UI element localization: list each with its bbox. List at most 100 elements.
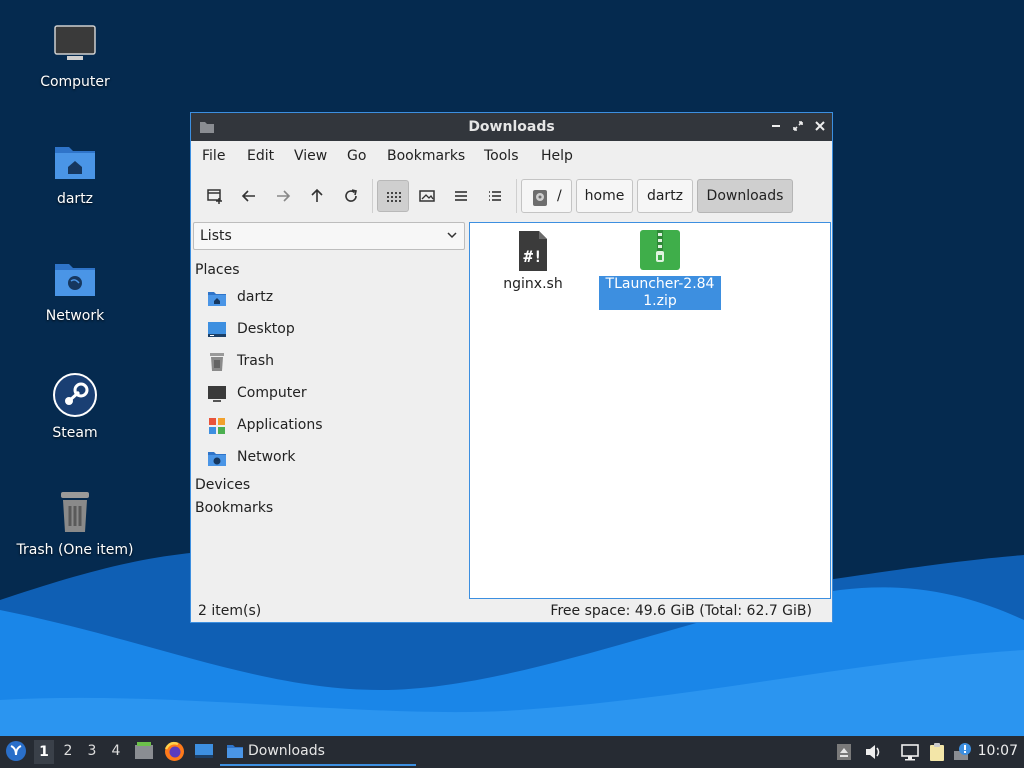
firefox-icon[interactable]: [164, 741, 185, 766]
desktop-icon-steam[interactable]: Steam: [10, 371, 140, 441]
update-notifier-icon[interactable]: [953, 742, 973, 762]
desktop-icon-network[interactable]: Network: [10, 254, 140, 324]
sidebar-item-label: dartz: [237, 289, 274, 305]
arrow-right-icon: [277, 190, 291, 202]
menu-edit[interactable]: Edit: [247, 148, 274, 164]
breadcrumb-label: dartz: [646, 188, 684, 204]
sidebar-item-applications[interactable]: Applications: [207, 413, 457, 439]
eject-icon[interactable]: [834, 742, 854, 762]
places-heading[interactable]: Places: [195, 262, 240, 278]
clock[interactable]: 10:07: [978, 743, 1018, 759]
compact-view-button[interactable]: [445, 180, 477, 212]
taskbar: 1 2 3 4 Downloads 10:07: [0, 736, 1024, 768]
network-wired-icon[interactable]: [900, 742, 920, 762]
breadcrumb-label: Downloads: [706, 188, 784, 204]
new-tab-button[interactable]: [199, 180, 231, 212]
desktop-icon-computer[interactable]: Computer: [10, 20, 140, 90]
titlebar[interactable]: Downloads: [191, 113, 832, 141]
new-tab-icon: [207, 189, 222, 204]
menu-go[interactable]: Go: [347, 148, 366, 164]
shell-script-icon: #!: [511, 229, 555, 273]
workspace-2[interactable]: 2: [58, 743, 78, 759]
file-view[interactable]: #! nginx.sh TLauncher-2.841.zip: [469, 222, 831, 599]
arrow-up-icon: [311, 188, 323, 202]
desktop-icon-label: Network: [45, 308, 105, 324]
item-count: 2 item(s): [198, 603, 262, 619]
sidebar-item-label: Trash: [237, 353, 274, 369]
menu-view[interactable]: View: [294, 148, 327, 164]
reload-icon: [345, 189, 357, 202]
devices-heading[interactable]: Devices: [195, 477, 250, 493]
side-pane-mode-value: Lists: [200, 228, 232, 244]
icon-view-button[interactable]: [377, 180, 409, 212]
menu-tools[interactable]: Tools: [484, 148, 519, 164]
file-item[interactable]: #! nginx.sh: [472, 229, 594, 293]
zip-archive-icon: [638, 229, 682, 273]
arrow-left-icon: [241, 190, 255, 202]
workspace-4[interactable]: 4: [106, 743, 126, 759]
detailed-list-icon: [489, 191, 501, 201]
breadcrumb-downloads[interactable]: Downloads: [697, 179, 793, 213]
task-button-downloads[interactable]: Downloads: [220, 738, 416, 766]
close-button[interactable]: [811, 117, 829, 135]
app-menu-icon[interactable]: [5, 740, 27, 766]
home-folder-icon: [51, 137, 99, 185]
maximize-button[interactable]: [789, 117, 807, 135]
minimize-button[interactable]: [767, 117, 785, 135]
reload-button[interactable]: [335, 180, 367, 212]
menubar: File Edit View Go Bookmarks Tools Help: [191, 142, 832, 172]
toolbar-separator: [516, 179, 517, 213]
breadcrumb-root[interactable]: /: [521, 179, 572, 213]
drive-icon: [532, 187, 548, 219]
clipboard-icon[interactable]: [927, 742, 947, 762]
breadcrumb-dartz[interactable]: dartz: [637, 179, 693, 213]
trash-icon: [207, 352, 227, 372]
file-manager-launcher-icon[interactable]: [134, 741, 154, 765]
desktop-icon-label: Trash (One item): [16, 542, 134, 558]
menu-file[interactable]: File: [202, 148, 225, 164]
sidebar-item-desktop[interactable]: Desktop: [207, 317, 457, 343]
task-label: Downloads: [248, 743, 325, 759]
sidebar-item-dartz[interactable]: dartz: [207, 285, 457, 311]
toolbar-separator: [372, 179, 373, 213]
applications-icon: [207, 416, 227, 436]
steam-icon: [51, 371, 99, 419]
back-button[interactable]: [233, 180, 265, 212]
workspace-3[interactable]: 3: [82, 743, 102, 759]
breadcrumb-label: home: [584, 188, 625, 204]
bookmarks-heading[interactable]: Bookmarks: [195, 500, 273, 516]
image-icon: [419, 190, 435, 202]
file-item[interactable]: TLauncher-2.841.zip: [599, 229, 721, 310]
menu-help[interactable]: Help: [541, 148, 573, 164]
volume-icon[interactable]: [863, 742, 883, 762]
desktop-icon: [207, 320, 227, 340]
home-folder-icon: [207, 288, 227, 308]
sidebar-item-network[interactable]: Network: [207, 445, 457, 471]
up-button[interactable]: [301, 180, 333, 212]
statusbar: 2 item(s) Free space: 49.6 GiB (Total: 6…: [191, 600, 832, 622]
sidebar-item-trash[interactable]: Trash: [207, 349, 457, 375]
grid-icon: [387, 192, 401, 202]
chevron-down-icon: [446, 229, 458, 245]
free-space: Free space: 49.6 GiB (Total: 62.7 GiB): [550, 603, 812, 619]
toolbar: / home dartz Downloads: [191, 175, 832, 219]
monitor-icon: [51, 20, 99, 68]
side-pane-mode-select[interactable]: Lists: [193, 222, 465, 250]
sidebar-item-label: Applications: [237, 417, 323, 433]
detailed-view-button[interactable]: [479, 180, 511, 212]
breadcrumb-home[interactable]: home: [576, 179, 633, 213]
desktop-icon-dartz[interactable]: dartz: [10, 137, 140, 207]
desktop-icon-label: Steam: [52, 425, 98, 441]
thumbnail-view-button[interactable]: [411, 180, 443, 212]
workspace-1[interactable]: 1: [34, 740, 54, 764]
list-icon: [455, 191, 467, 201]
svg-text:#!: #!: [523, 247, 542, 266]
forward-button[interactable]: [267, 180, 299, 212]
file-name: TLauncher-2.841.zip: [599, 276, 721, 310]
menu-bookmarks[interactable]: Bookmarks: [387, 148, 465, 164]
folder-icon: [226, 743, 244, 763]
desktop-icon-trash[interactable]: Trash (One item): [10, 488, 140, 558]
sidebar-item-computer[interactable]: Computer: [207, 381, 457, 407]
sidebar-item-label: Network: [237, 449, 296, 465]
show-desktop-icon[interactable]: [194, 742, 214, 764]
